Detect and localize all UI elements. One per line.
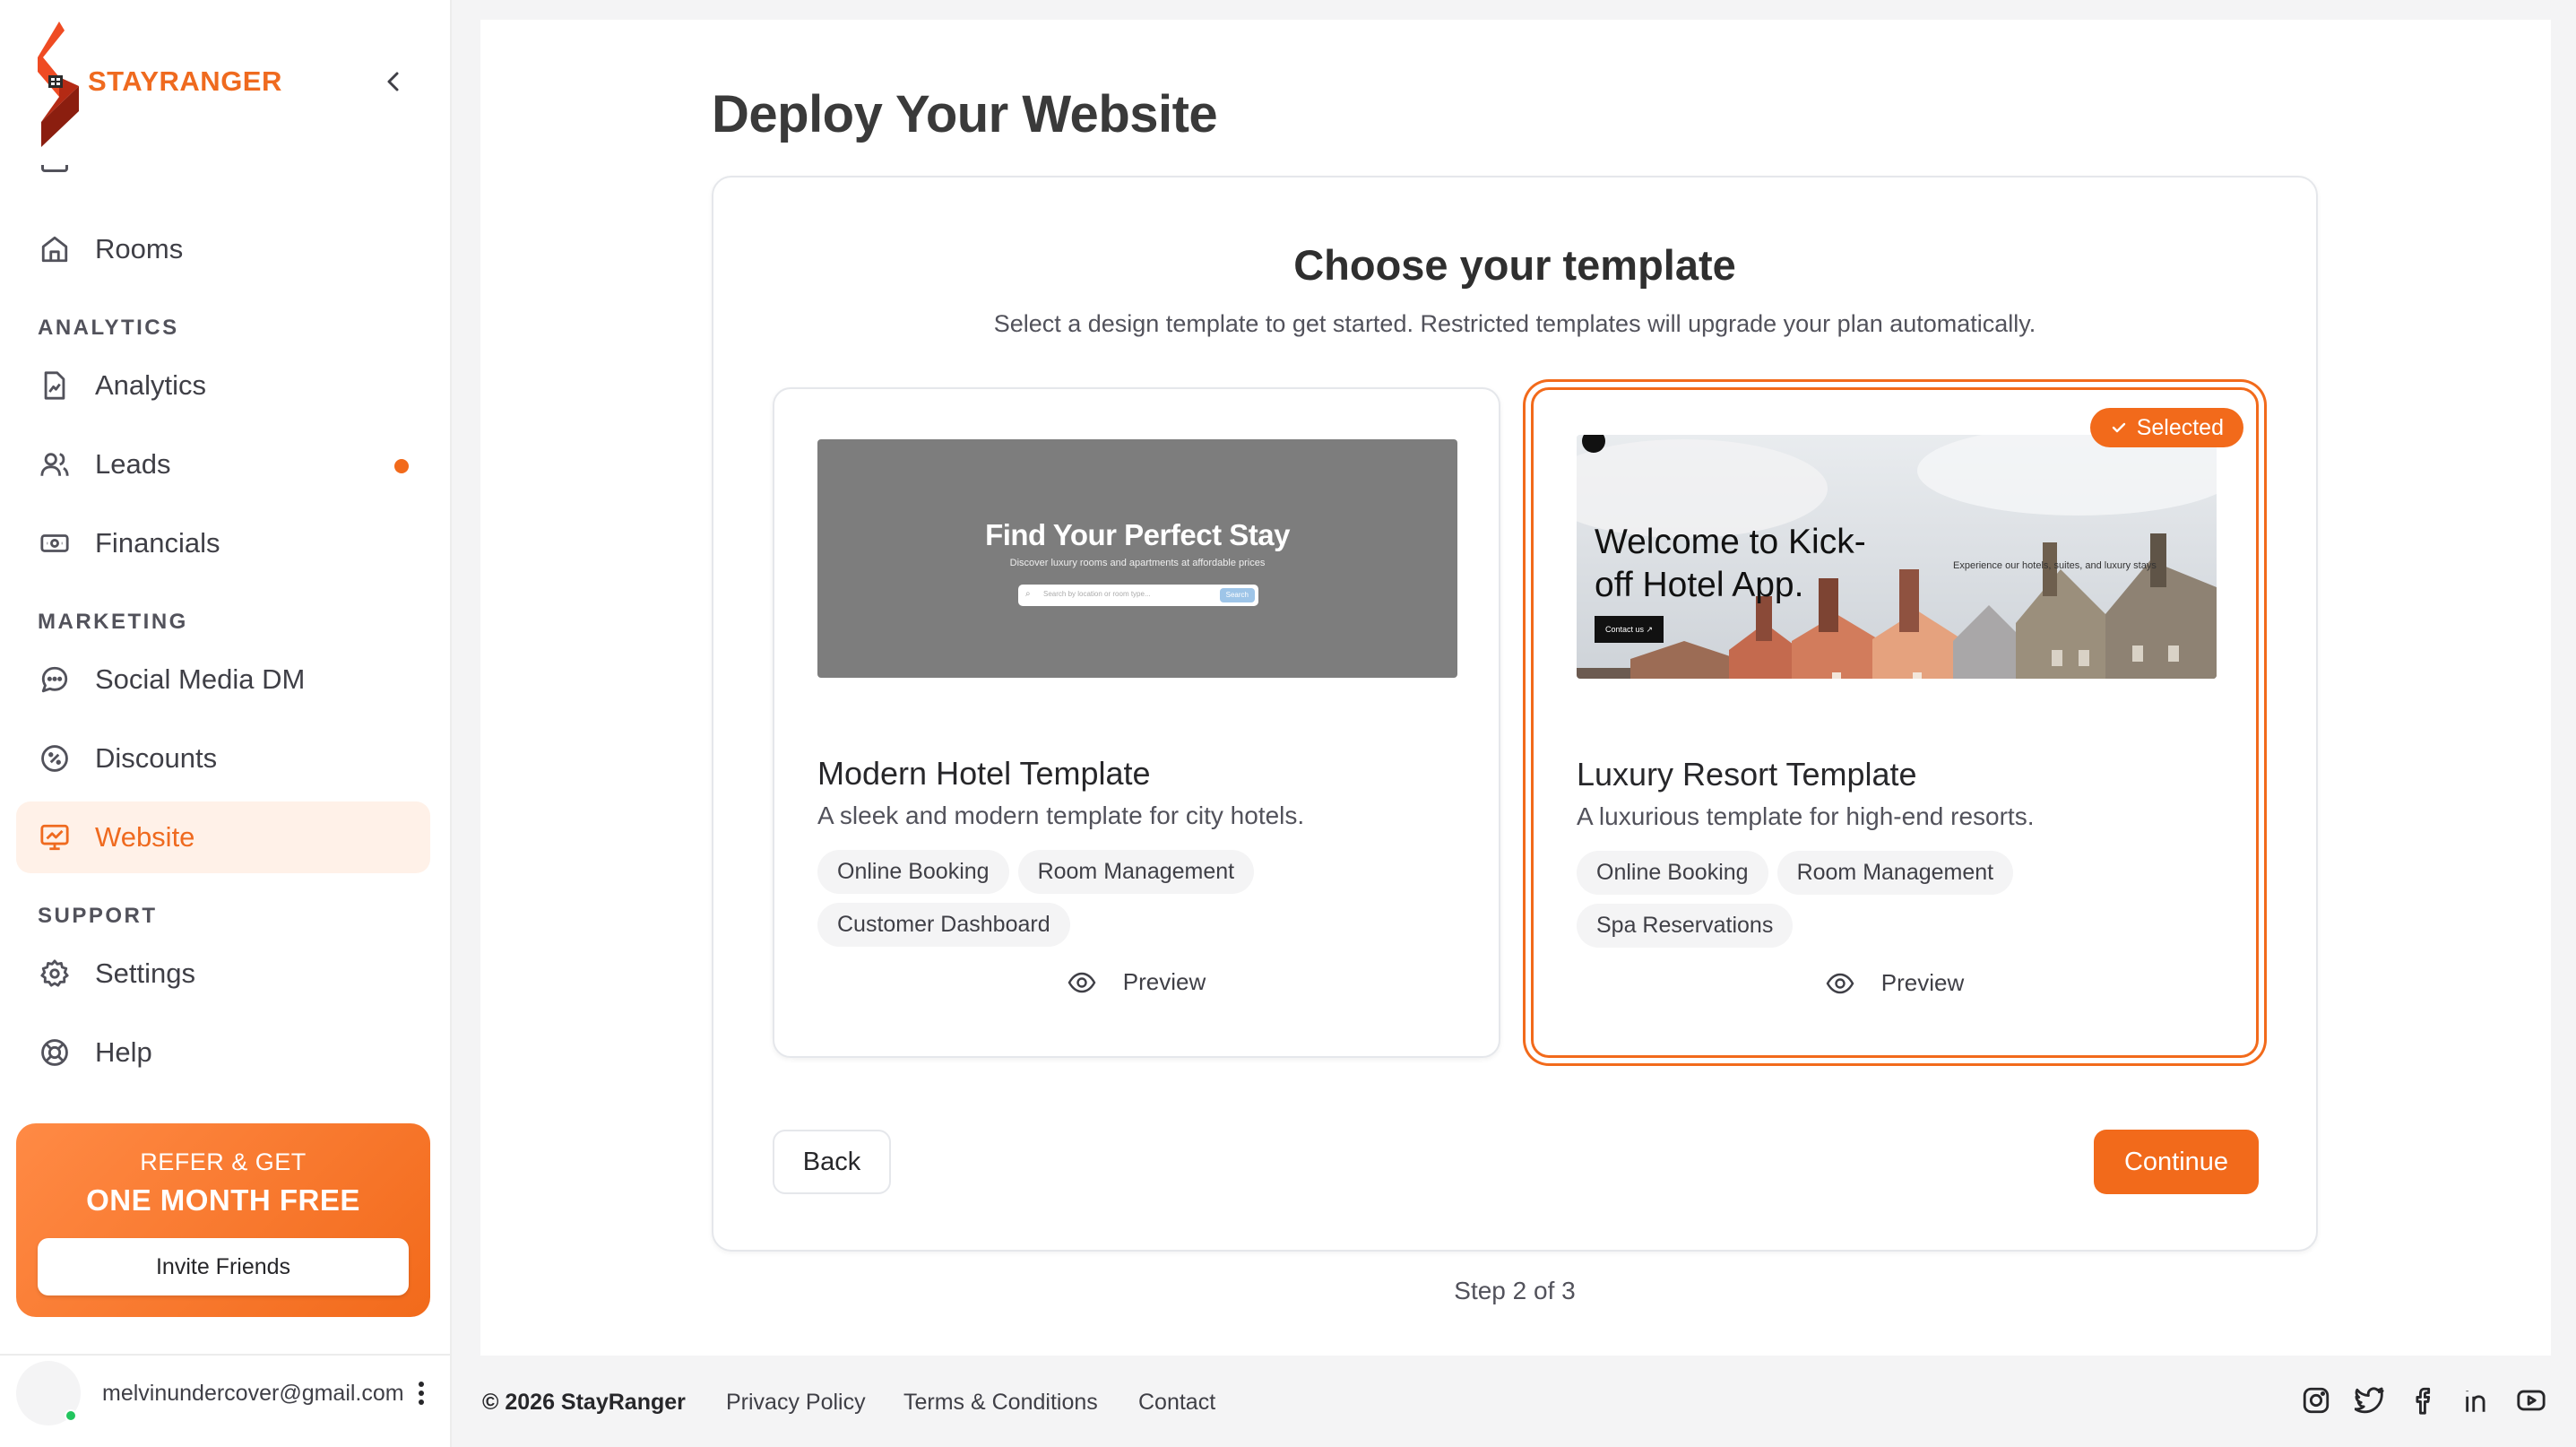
message-circle-icon <box>38 663 72 697</box>
feature-chip: Spa Reservations <box>1577 904 1794 948</box>
instagram-icon[interactable] <box>2298 1382 2334 1418</box>
thumb-side-text: Experience our hotels, suites, and luxur… <box>1953 560 2157 571</box>
user-email: melvinundercover@gmail.com <box>102 1381 404 1406</box>
thumb-headline: Welcome to Kick-off Hotel App. <box>1595 523 1866 604</box>
gear-icon <box>38 957 72 991</box>
sidebar-item-rooms[interactable]: Rooms <box>16 213 430 285</box>
facebook-icon[interactable] <box>2406 1382 2442 1418</box>
feature-chip: Room Management <box>1776 851 2014 895</box>
online-status-dot <box>65 1409 77 1422</box>
privacy-policy-link[interactable]: Privacy Policy <box>726 1390 866 1416</box>
selected-badge: Selected <box>2089 408 2243 447</box>
thumb-contact-label: Contact us <box>1605 625 1645 634</box>
preview-link[interactable]: Preview <box>1534 969 2256 997</box>
template-description: A sleek and modern template for city hot… <box>817 801 1305 829</box>
eye-icon <box>1068 972 1096 992</box>
template-thumbnail: Find Your Perfect Stay Discover luxury r… <box>817 439 1457 678</box>
template-thumbnail: Welcome to Kick-off Hotel App. Experienc… <box>1577 435 2217 679</box>
sidebar-item-label: Social Media DM <box>95 663 306 695</box>
thumb-search-icon: ⌕ <box>1025 589 1031 599</box>
section-label-analytics: ANALYTICS <box>38 316 179 340</box>
section-label-support: SUPPORT <box>38 904 158 928</box>
eye-icon <box>1826 973 1854 993</box>
template-card-modern-hotel[interactable]: Find Your Perfect Stay Discover luxury r… <box>773 387 1500 1058</box>
scrolled-nav-item <box>38 165 307 178</box>
more-vertical-icon[interactable] <box>411 1375 432 1411</box>
sidebar-item-help[interactable]: Help <box>16 1017 430 1088</box>
thumb-search-bar: ⌕ Search by location or room type... Sea… <box>1018 585 1258 606</box>
template-card-luxury-resort[interactable]: Welcome to Kick-off Hotel App. Experienc… <box>1531 387 2259 1058</box>
sidebar-item-label: Help <box>95 1036 152 1068</box>
preview-link[interactable]: Preview <box>774 968 1499 996</box>
sidebar-item-label: Discounts <box>95 742 218 774</box>
notification-dot <box>394 459 409 473</box>
sidebar-item-label: Website <box>95 821 195 853</box>
template-name: Modern Hotel Template <box>817 755 1151 792</box>
footer: © 2026 StayRanger Privacy Policy Terms &… <box>452 1356 2576 1447</box>
linkedin-icon[interactable] <box>2459 1382 2495 1418</box>
sidebar-item-label: Settings <box>95 957 196 989</box>
contact-link[interactable]: Contact <box>1138 1390 1215 1416</box>
thumb-search-button: Search <box>1219 588 1255 602</box>
home-icon <box>38 232 72 266</box>
badge-percent-icon <box>38 741 72 775</box>
feature-chip: Online Booking <box>817 850 1009 894</box>
sidebar-item-analytics[interactable]: Analytics <box>16 350 430 421</box>
sidebar-item-label: Leads <box>95 448 171 480</box>
main-content: Deploy Your Website Choose your template… <box>480 20 2551 1356</box>
chevron-left-icon <box>387 72 399 91</box>
choose-template-title: Choose your template <box>1293 241 1736 289</box>
sidebar-item-settings[interactable]: Settings <box>16 938 430 1009</box>
sidebar-item-website[interactable]: Website <box>16 801 430 873</box>
feature-chips: Online Booking Room Management Spa Reser… <box>1577 851 2222 948</box>
sidebar-item-social-media-dm[interactable]: Social Media DM <box>16 644 430 715</box>
section-label-marketing: MARKETING <box>38 610 188 634</box>
feature-chip: Online Booking <box>1577 851 1768 895</box>
choose-template-subtitle: Select a design template to get started.… <box>993 310 2036 337</box>
users-icon <box>38 447 72 481</box>
sidebar-item-label: Rooms <box>95 233 184 264</box>
brand-name: STAYRANGER <box>88 65 282 97</box>
promo-line-2: ONE MONTH FREE <box>86 1183 360 1217</box>
logo-mark-icon <box>32 22 81 147</box>
feature-chip: Room Management <box>1017 850 1255 894</box>
back-button[interactable]: Back <box>773 1130 891 1194</box>
referral-promo-card: REFER & GET ONE MONTH FREE Invite Friend… <box>16 1123 430 1317</box>
copyright: © 2026 StayRanger <box>482 1390 686 1415</box>
thumb-headline: Find Your Perfect Stay <box>985 518 1290 551</box>
terms-link[interactable]: Terms & Conditions <box>903 1390 1098 1416</box>
step-indicator: Step 2 of 3 <box>1454 1277 1576 1304</box>
page-title: Deploy Your Website <box>712 85 1218 143</box>
sidebar-item-label: Financials <box>95 527 220 559</box>
continue-button[interactable]: Continue <box>2094 1130 2259 1194</box>
brand-logo[interactable]: STAYRANGER <box>32 22 301 147</box>
life-buoy-icon <box>38 1035 72 1070</box>
preview-label: Preview <box>1880 969 1965 996</box>
selected-badge-label: Selected <box>2136 414 2224 440</box>
sidebar: STAYRANGER Rooms ANALYTICS Analytics Lea… <box>0 0 452 1447</box>
youtube-icon[interactable] <box>2513 1382 2549 1418</box>
thumb-search-placeholder: Search by location or room type... <box>1043 590 1151 598</box>
sidebar-item-financials[interactable]: Financials <box>16 507 430 579</box>
invite-friends-button[interactable]: Invite Friends <box>38 1238 409 1295</box>
thumb-subtext: Discover luxury rooms and apartments at … <box>1009 558 1266 568</box>
thumb-contact-button: Contact us ↗ <box>1595 616 1664 643</box>
banknote-icon <box>38 526 72 560</box>
promo-line-1: REFER & GET <box>140 1148 307 1175</box>
sidebar-item-discounts[interactable]: Discounts <box>16 723 430 794</box>
template-selection-card: Choose your template Select a design tem… <box>712 176 2318 1252</box>
check-icon <box>2112 422 2125 433</box>
feature-chips: Online Booking Room Management Customer … <box>817 850 1463 947</box>
file-chart-icon <box>38 368 72 403</box>
preview-label: Preview <box>1122 968 1206 995</box>
sidebar-item-label: Analytics <box>95 369 207 401</box>
template-description: A luxurious template for high-end resort… <box>1577 802 2035 830</box>
feature-chip: Customer Dashboard <box>817 903 1070 947</box>
collapse-sidebar-button[interactable] <box>378 66 409 97</box>
twitter-icon[interactable] <box>2352 1382 2388 1418</box>
sidebar-item-leads[interactable]: Leads <box>16 429 430 500</box>
template-name: Luxury Resort Template <box>1577 756 1917 793</box>
monitor-icon <box>38 820 72 854</box>
